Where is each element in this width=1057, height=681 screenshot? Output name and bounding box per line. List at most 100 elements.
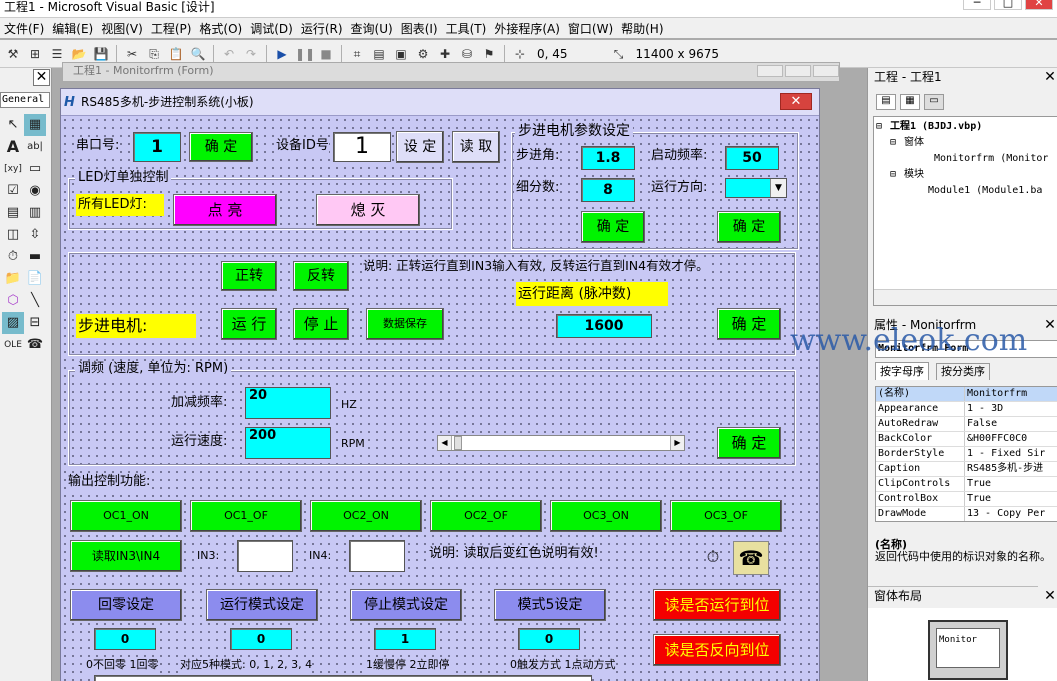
mscomm-icon[interactable]: ☎ — [24, 334, 46, 356]
menu-debug[interactable]: 调试(D) — [246, 20, 297, 37]
undo-icon[interactable]: ↶ — [220, 45, 238, 63]
tree-project-node[interactable]: 工程1 (BJDJ.vbp) — [890, 119, 982, 135]
reverse-button[interactable]: 反转 — [293, 261, 349, 291]
oc2-on-button[interactable]: OC2_ON — [310, 500, 422, 532]
menu-view[interactable]: 视图(V) — [97, 20, 147, 37]
line-icon[interactable]: ╲ — [24, 290, 46, 312]
oc1-on-button[interactable]: OC1_ON — [70, 500, 182, 532]
save-data-button[interactable]: 数据保存 — [366, 308, 444, 340]
menu-tools[interactable]: 工具(T) — [442, 20, 491, 37]
property-row[interactable]: BackColor &H00FFC0C0 — [876, 432, 1057, 447]
property-value[interactable]: 13 - Copy Per — [964, 507, 1057, 521]
tree-expander-icon[interactable]: ⊟ — [890, 135, 896, 151]
textbox-icon[interactable]: ab| — [24, 136, 46, 158]
tree-hscrollbar[interactable] — [874, 289, 1057, 305]
property-value[interactable]: True — [964, 477, 1057, 491]
menu-query[interactable]: 查询(U) — [347, 20, 397, 37]
pointer-icon[interactable]: ↖ — [2, 114, 24, 136]
form-layout-icon[interactable]: ▣ — [392, 45, 410, 63]
mode5-button[interactable]: 模式5设定 — [494, 589, 606, 621]
menu-help[interactable]: 帮助(H) — [617, 20, 667, 37]
menu-file[interactable]: 文件(F) — [0, 20, 48, 37]
property-row[interactable]: (名称) Monitorfrm — [876, 387, 1057, 402]
tab-alphabetic[interactable]: 按字母序 — [875, 362, 929, 380]
toolbox-icon[interactable]: ✚ — [436, 45, 454, 63]
device-read-button[interactable]: 读 取 — [452, 131, 500, 163]
property-value[interactable]: Monitorfrm — [964, 387, 1057, 401]
checkbox-icon[interactable]: ☑ — [2, 180, 24, 202]
stepper-params-ok-button-2[interactable]: 确 定 — [717, 211, 781, 243]
form-window[interactable]: RS485多机-步进控制系统(小板) H ✕ 串口号: 1 确 定 设备ID号 … — [60, 88, 820, 681]
dropdown-arrow-icon[interactable]: ▼ — [770, 179, 786, 197]
break-icon[interactable]: ❚❚ — [295, 45, 315, 63]
drivelistbox-icon[interactable]: ▬ — [24, 246, 46, 268]
led-off-button[interactable]: 熄 灭 — [316, 194, 420, 226]
property-value[interactable]: False — [964, 417, 1057, 431]
speed-field[interactable]: 200 — [245, 427, 331, 459]
check-reverse-button[interactable]: 读是否反向到位 — [653, 634, 781, 666]
read-in3-in4-button[interactable]: 读取IN3\IN4 — [70, 540, 182, 572]
menu-addins[interactable]: 外接程序(A) — [490, 20, 564, 37]
add-project-icon[interactable]: ⚒ — [4, 45, 22, 63]
find-icon[interactable]: 🔍 — [189, 45, 207, 63]
accel-freq-field[interactable]: 20 — [245, 387, 331, 419]
minimize-button[interactable]: ─ — [963, 0, 991, 10]
serial-ok-button[interactable]: 确 定 — [189, 132, 253, 162]
copy-icon[interactable]: ⎘ — [145, 45, 163, 63]
property-value[interactable]: 1 - 3D — [964, 402, 1057, 416]
stepper-params-ok-button-1[interactable]: 确 定 — [581, 211, 645, 243]
tree-module-node[interactable]: Module1 (Module1.ba — [928, 183, 1042, 199]
property-row[interactable]: DrawMode 13 - Copy Per — [876, 507, 1057, 521]
maximize-button[interactable]: □ — [994, 0, 1022, 10]
close-window-button[interactable]: ✕ — [1025, 0, 1053, 10]
paste-icon[interactable]: 📋 — [167, 45, 185, 63]
homing-field[interactable]: 0 — [94, 628, 156, 650]
in4-field[interactable] — [349, 540, 405, 572]
menu-window[interactable]: 窗口(W) — [564, 20, 617, 37]
scroll-right-icon[interactable]: ▶ — [670, 436, 684, 450]
oc2-off-button[interactable]: OC2_OF — [430, 500, 542, 532]
add-form-icon[interactable]: ⊞ — [26, 45, 44, 63]
monitor-thumbnail[interactable]: Monitor — [928, 620, 1008, 680]
oc3-on-button[interactable]: OC3_ON — [550, 500, 662, 532]
tree-forms-folder[interactable]: 窗体 — [904, 135, 924, 151]
open-icon[interactable]: 📂 — [70, 45, 88, 63]
mode5-field[interactable]: 0 — [518, 628, 580, 650]
end-icon[interactable]: ■ — [317, 45, 335, 63]
optionbutton-icon[interactable]: ◉ — [24, 180, 46, 202]
speed-scrollbar[interactable]: ◀ ▶ — [437, 435, 685, 451]
homing-button[interactable]: 回零设定 — [70, 589, 182, 621]
property-value[interactable]: RS485多机-步进 — [964, 462, 1057, 476]
frame-icon[interactable]: [xy] — [2, 158, 24, 180]
picturebox-icon[interactable]: ▦ — [24, 114, 46, 136]
object-browser-icon[interactable]: ⚙ — [414, 45, 432, 63]
check-forward-button[interactable]: 读是否运行到位 — [653, 589, 781, 621]
tab-categorized[interactable]: 按分类序 — [936, 363, 990, 380]
toolbox-close-button[interactable]: ✕ — [33, 69, 50, 86]
view-object-icon[interactable]: ▦ — [900, 94, 920, 110]
timer-icon[interactable]: ⏱ — [2, 246, 24, 268]
run-button[interactable]: 运 行 — [221, 308, 277, 340]
distance-field[interactable]: 1600 — [556, 314, 652, 338]
run-mode-button[interactable]: 运行模式设定 — [206, 589, 318, 621]
data-control-icon[interactable]: ⊟ — [24, 312, 46, 334]
menu-project[interactable]: 工程(P) — [147, 20, 196, 37]
hscrollbar-icon[interactable]: ◫ — [2, 224, 24, 246]
oc1-off-button[interactable]: OC1_OF — [190, 500, 302, 532]
property-row[interactable]: BorderStyle 1 - Fixed Sir — [876, 447, 1057, 462]
tree-form-node[interactable]: Monitorfrm (Monitor — [934, 151, 1048, 167]
bottom-textbox[interactable] — [94, 675, 592, 681]
filelistbox-icon[interactable]: 📄 — [24, 268, 46, 290]
properties-window-icon[interactable]: ▤ — [370, 45, 388, 63]
save-icon[interactable]: 💾 — [92, 45, 110, 63]
vscrollbar-icon[interactable]: ⇳ — [24, 224, 46, 246]
property-value[interactable]: True — [964, 492, 1057, 506]
property-row[interactable]: ControlBox True — [876, 492, 1057, 507]
ole-icon[interactable]: OLE — [2, 334, 24, 356]
tree-expander-icon[interactable]: ⊟ — [890, 167, 896, 183]
forward-button[interactable]: 正转 — [221, 261, 277, 291]
step-angle-field[interactable]: 1.8 — [581, 146, 635, 170]
oc3-off-button[interactable]: OC3_OF — [670, 500, 782, 532]
view-code-icon[interactable]: ▤ — [876, 94, 896, 110]
start-icon[interactable]: ▶ — [273, 45, 291, 63]
